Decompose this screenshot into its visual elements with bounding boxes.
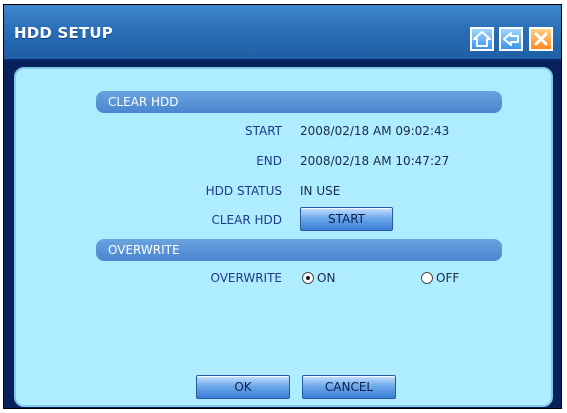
- content-panel: CLEAR HDD START 2008/02/18 AM 09:02:43 E…: [14, 67, 553, 407]
- radio-selected-dot: [306, 276, 310, 280]
- close-button[interactable]: [529, 27, 553, 51]
- cancel-button[interactable]: CANCEL: [302, 375, 396, 399]
- clear-hdd-label: CLEAR HDD: [211, 213, 282, 227]
- close-icon: [534, 32, 548, 46]
- home-button[interactable]: [470, 27, 494, 51]
- overwrite-label: OVERWRITE: [210, 271, 282, 285]
- ok-button[interactable]: OK: [196, 375, 290, 399]
- overwrite-on-label[interactable]: ON: [317, 271, 335, 285]
- end-label: END: [256, 154, 282, 168]
- window-title: HDD SETUP: [14, 24, 113, 42]
- hdd-setup-window: HDD SETUP CLEAR HDD START 2008/02/18 AM …: [3, 4, 562, 409]
- back-button[interactable]: [499, 27, 523, 51]
- back-arrow-icon: [503, 32, 519, 46]
- overwrite-off-label[interactable]: OFF: [436, 271, 459, 285]
- start-label: START: [244, 124, 282, 138]
- start-value: 2008/02/18 AM 09:02:43: [300, 124, 450, 138]
- clear-hdd-start-button[interactable]: START: [300, 207, 393, 231]
- hdd-status-value: IN USE: [300, 184, 341, 198]
- section-header-overwrite: OVERWRITE: [96, 239, 502, 261]
- hdd-status-label: HDD STATUS: [205, 184, 282, 198]
- overwrite-on-radio[interactable]: [302, 272, 314, 284]
- title-bar: HDD SETUP: [4, 5, 561, 61]
- section-header-clear-hdd: CLEAR HDD: [96, 91, 502, 113]
- overwrite-off-radio[interactable]: [421, 272, 433, 284]
- home-icon: [473, 31, 491, 47]
- end-value: 2008/02/18 AM 10:47:27: [300, 154, 450, 168]
